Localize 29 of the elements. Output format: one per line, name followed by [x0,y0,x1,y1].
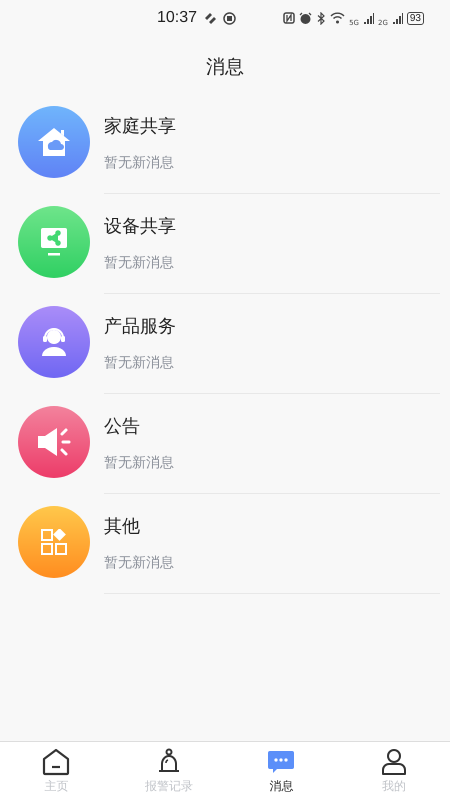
support-agent-icon [40,327,68,357]
notification-icon [203,12,218,24]
house-icon [37,127,71,157]
page-title: 消息 [205,55,245,80]
person-icon [380,748,408,776]
nfc-icon [283,12,296,24]
home-icon [42,748,70,776]
alarm-clock-icon [299,12,312,24]
app-icon [223,12,236,24]
nav-tab[interactable]: 消息 [225,742,338,800]
bluetooth-icon [316,12,326,24]
category-subtitle: 暂无新消息 [104,454,175,472]
category-title[interactable]: 产品服务 [104,314,440,338]
monitor-share-icon [40,227,68,257]
category-title[interactable]: 其他 [104,514,440,538]
wifi-icon [330,12,346,24]
signal-icon [392,12,403,24]
status-time: 10:37 [157,9,198,27]
category-title[interactable]: 设备共享 [104,214,440,238]
signal-icon [362,12,374,24]
battery-level: 93 [406,12,424,24]
category-title[interactable]: 家庭共享 [104,114,440,138]
apps-icon [41,529,67,555]
category-subtitle: 暂无新消息 [104,154,175,172]
speaker-icon [36,426,72,458]
category-subtitle: 暂无新消息 [104,254,175,272]
category-title[interactable]: 公告 [104,414,440,438]
category-subtitle: 暂无新消息 [104,554,175,572]
category-subtitle: 暂无新消息 [104,354,175,372]
